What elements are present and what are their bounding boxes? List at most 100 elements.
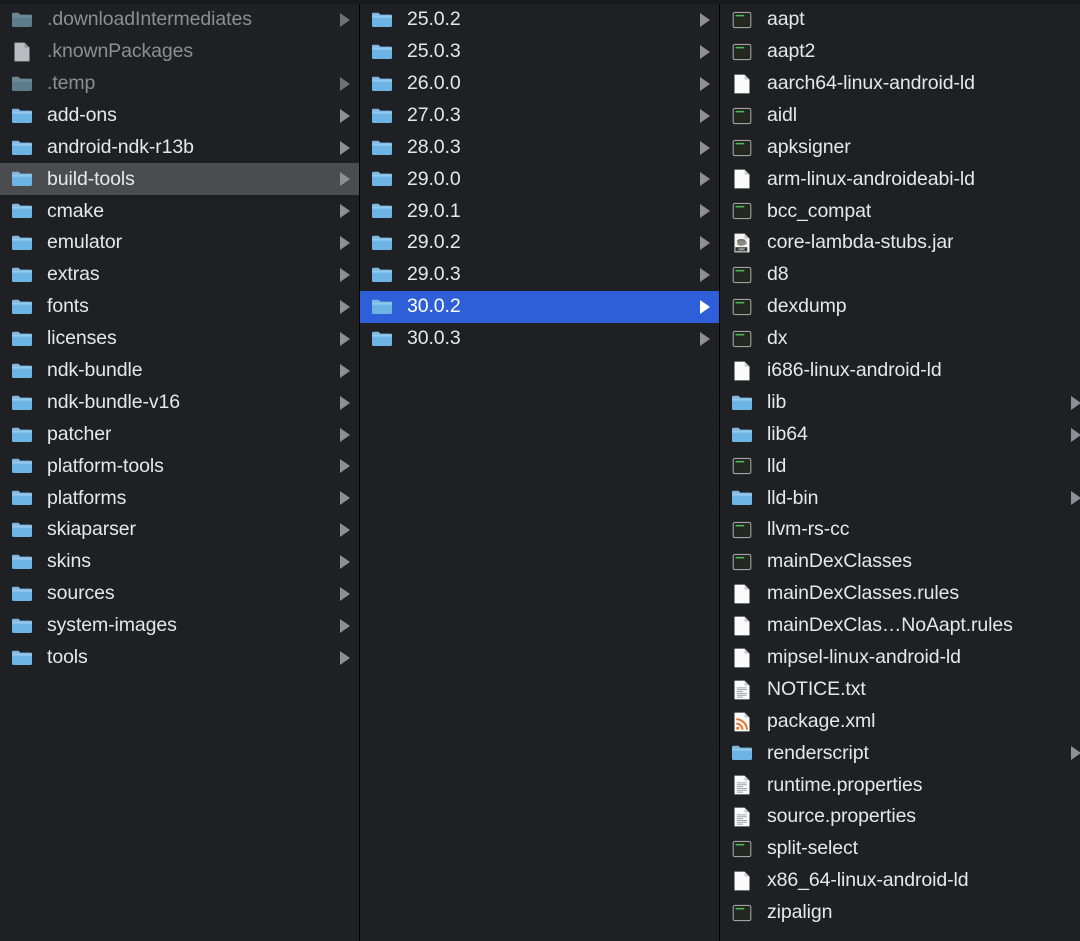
file-row[interactable]: apksigner [720,132,1080,164]
file-row[interactable]: lld [720,450,1080,482]
folder-row[interactable]: lib [720,387,1080,419]
disclosure-arrow-icon[interactable] [340,650,350,665]
disclosure-arrow-icon[interactable] [700,172,710,187]
file-row[interactable]: package.xml [720,706,1080,738]
disclosure-arrow-icon[interactable] [340,427,350,442]
disclosure-arrow-icon[interactable] [700,140,710,155]
file-row[interactable]: bcc_compat [720,195,1080,227]
folder-row[interactable]: 27.0.3 [360,100,719,132]
disclosure-arrow-icon[interactable] [340,363,350,378]
folder-row[interactable]: skiaparser [0,514,359,546]
disclosure-arrow-icon[interactable] [1071,427,1080,442]
disclosure-arrow-icon[interactable] [340,395,350,410]
disclosure-arrow-icon[interactable] [1071,395,1080,410]
folder-row[interactable]: android-ndk-r13b [0,132,359,164]
folder-row[interactable]: 29.0.0 [360,163,719,195]
file-row[interactable]: dexdump [720,291,1080,323]
folder-row[interactable]: emulator [0,227,359,259]
folder-row[interactable]: licenses [0,323,359,355]
folder-row[interactable]: cmake [0,195,359,227]
folder-row[interactable]: build-tools [0,163,359,196]
folder-row[interactable]: 30.0.3 [360,323,719,355]
file-row[interactable]: arm-linux-androideabi-ld [720,163,1080,195]
disclosure-arrow-icon[interactable] [1071,746,1080,761]
folder-row[interactable]: renderscript [720,737,1080,769]
disclosure-arrow-icon[interactable] [340,299,350,314]
file-row[interactable]: source.properties [720,801,1080,833]
disclosure-arrow-icon[interactable] [340,491,350,506]
folder-row[interactable]: 26.0.0 [360,68,719,100]
folder-row[interactable]: tools [0,642,359,674]
disclosure-arrow-icon[interactable] [340,268,350,283]
folder-row[interactable]: 25.0.3 [360,36,719,68]
disclosure-arrow-icon[interactable] [700,44,710,59]
folder-row[interactable]: 29.0.1 [360,195,719,227]
file-row[interactable]: mainDexClasses.rules [720,578,1080,610]
folder-row[interactable]: 30.0.2 [360,291,719,323]
folder-row[interactable]: platforms [0,482,359,514]
disclosure-arrow-icon[interactable] [700,236,710,251]
disclosure-arrow-icon[interactable] [340,331,350,346]
disclosure-arrow-icon[interactable] [700,268,710,283]
folder-row[interactable]: ndk-bundle-v16 [0,387,359,419]
build-tools-versions-column[interactable]: 25.0.2 25.0.3 26.0.0 27.0.3 28.0.3 29.0.0 29.0… [360,0,720,941]
file-row[interactable]: aapt [720,4,1080,36]
file-row[interactable]: runtime.properties [720,769,1080,801]
disclosure-arrow-icon[interactable] [700,299,710,314]
disclosure-arrow-icon[interactable] [340,586,350,601]
file-row[interactable]: aarch64-linux-android-ld [720,68,1080,100]
disclosure-arrow-icon[interactable] [340,204,350,219]
file-row[interactable]: dx [720,323,1080,355]
build-tools-30-0-2-contents-column[interactable]: aapt aapt2 aarch64-linux-android-ld aidl apk… [720,0,1080,941]
disclosure-arrow-icon[interactable] [1071,491,1080,506]
disclosure-arrow-icon[interactable] [340,618,350,633]
disclosure-arrow-icon[interactable] [340,459,350,474]
disclosure-arrow-icon[interactable] [340,523,350,538]
folder-icon [371,328,393,350]
folder-row[interactable]: ndk-bundle [0,355,359,387]
folder-row[interactable]: patcher [0,419,359,451]
file-row[interactable]: .knownPackages [0,36,359,68]
folder-row[interactable]: 29.0.2 [360,227,719,259]
folder-row[interactable]: fonts [0,291,359,323]
disclosure-arrow-icon[interactable] [340,555,350,570]
file-row[interactable]: mainDexClas…NoAapt.rules [720,610,1080,642]
file-row[interactable]: JAR core-lambda-stubs.jar [720,227,1080,259]
disclosure-arrow-icon[interactable] [340,172,350,187]
disclosure-arrow-icon[interactable] [340,76,350,91]
file-row[interactable]: zipalign [720,897,1080,929]
sdk-root-column[interactable]: .downloadIntermediates .knownPackages .tem… [0,0,360,941]
disclosure-arrow-icon[interactable] [700,12,710,27]
disclosure-arrow-icon[interactable] [340,140,350,155]
file-row[interactable]: x86_64-linux-android-ld [720,865,1080,897]
file-row[interactable]: i686-linux-android-ld [720,355,1080,387]
file-row[interactable]: llvm-rs-cc [720,514,1080,546]
folder-row[interactable]: extras [0,259,359,291]
file-row[interactable]: mainDexClasses [720,546,1080,578]
disclosure-arrow-icon[interactable] [700,204,710,219]
folder-row[interactable]: 28.0.3 [360,132,719,164]
file-row[interactable]: split-select [720,833,1080,865]
disclosure-arrow-icon[interactable] [700,331,710,346]
folder-row[interactable]: 25.0.2 [360,4,719,36]
disclosure-arrow-icon[interactable] [340,12,350,27]
folder-row[interactable]: skins [0,546,359,578]
folder-row[interactable]: platform-tools [0,450,359,482]
folder-row[interactable]: 29.0.3 [360,259,719,291]
file-row[interactable]: mipsel-linux-android-ld [720,642,1080,674]
disclosure-arrow-icon[interactable] [340,236,350,251]
disclosure-arrow-icon[interactable] [340,108,350,123]
file-row[interactable]: NOTICE.txt [720,674,1080,706]
file-row[interactable]: d8 [720,259,1080,291]
folder-row[interactable]: .temp [0,68,359,100]
disclosure-arrow-icon[interactable] [700,108,710,123]
folder-row[interactable]: .downloadIntermediates [0,4,359,36]
disclosure-arrow-icon[interactable] [700,76,710,91]
folder-row[interactable]: lld-bin [720,482,1080,514]
folder-row[interactable]: add-ons [0,100,359,132]
folder-row[interactable]: system-images [0,610,359,642]
file-row[interactable]: aapt2 [720,36,1080,68]
folder-row[interactable]: lib64 [720,419,1080,451]
file-row[interactable]: aidl [720,100,1080,132]
folder-row[interactable]: sources [0,578,359,610]
